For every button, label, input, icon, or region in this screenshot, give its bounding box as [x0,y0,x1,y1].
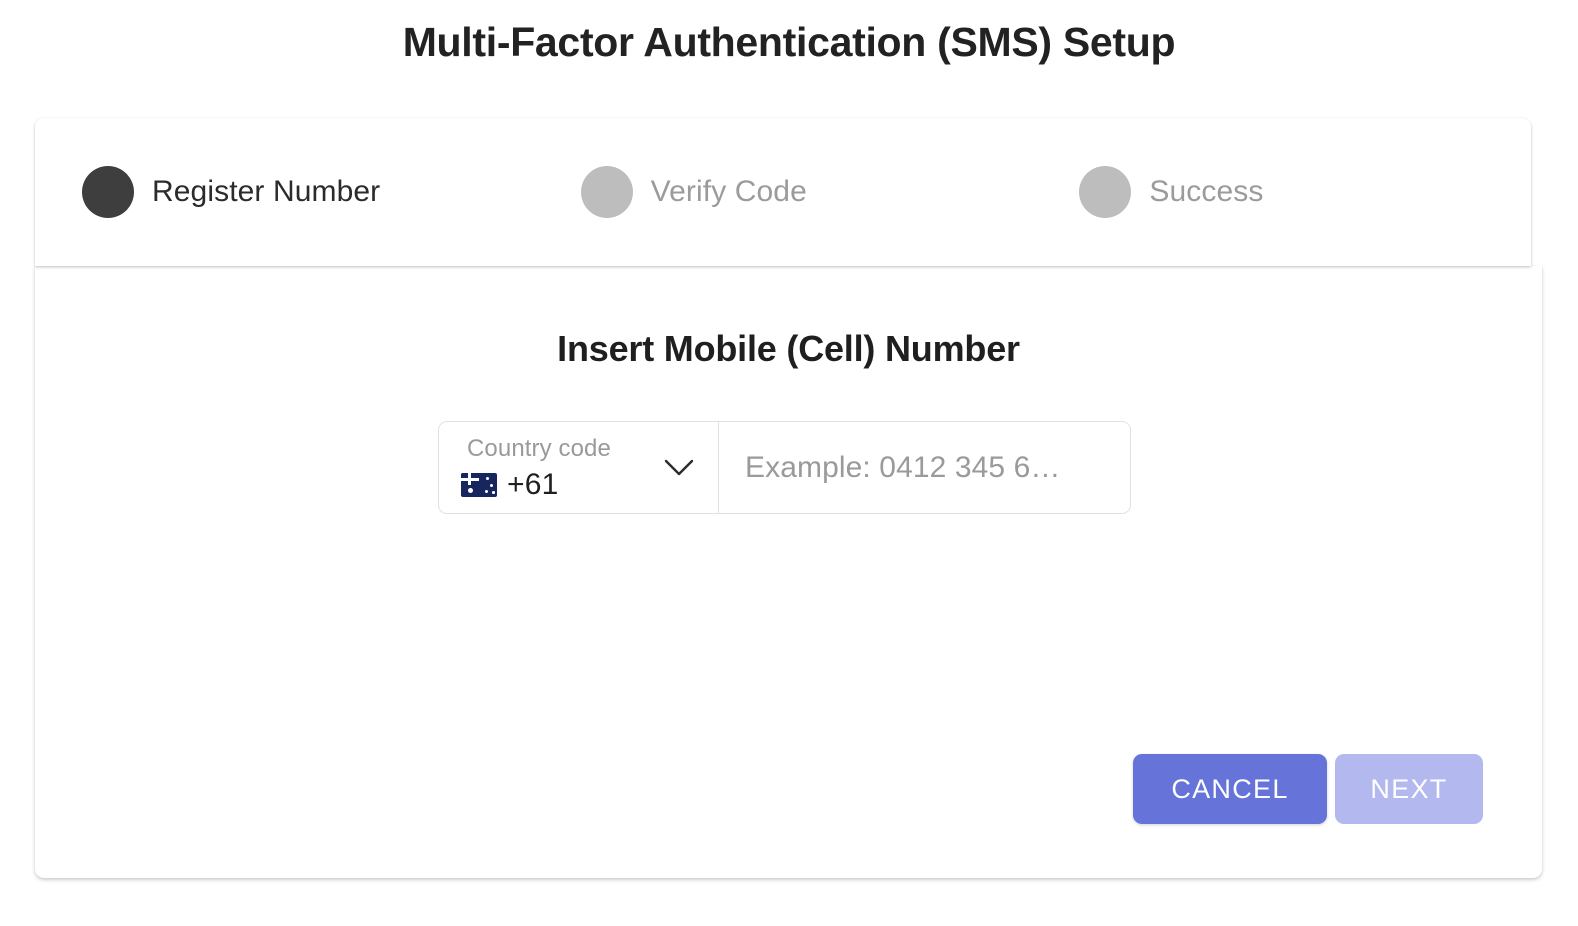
stepper: Register Number Verify Code Success [35,118,1531,266]
australia-flag-icon [461,473,497,497]
step-dot-register-number-icon [82,166,134,218]
step-label-register-number: Register Number [152,175,381,208]
cancel-button[interactable]: CANCEL [1133,754,1327,824]
step-dot-verify-code-icon [580,166,633,218]
country-code-value-group: +61 [461,468,559,502]
phone-number-input[interactable] [719,421,1131,514]
country-code-label: Country code [467,435,611,462]
step-label-success: Success [1149,175,1264,208]
stepper-card: Register Number Verify Code Success [35,118,1531,266]
step-label-verify-code: Verify Code [650,175,807,208]
step-dot-success-icon [1079,166,1132,218]
step-verify-code[interactable]: Verify Code [534,166,1033,218]
page-title: Multi-Factor Authentication (SMS) Setup [402,19,1176,65]
step-register-number[interactable]: Register Number [35,166,534,218]
step-success[interactable]: Success [1032,166,1531,218]
country-code-value: +61 [507,468,559,501]
action-buttons: CANCEL NEXT [1133,754,1483,824]
chevron-down-icon[interactable] [662,451,696,485]
mfa-sms-setup-page: Multi-Factor Authentication (SMS) Setup … [0,0,1578,926]
content-card: Insert Mobile (Cell) Number Country code… [35,266,1542,878]
country-code-select[interactable]: Country code +61 [438,421,719,514]
section-heading: Insert Mobile (Cell) Number [557,328,1020,369]
phone-number-group: Country code +61 [438,421,1131,514]
next-button[interactable]: NEXT [1335,754,1483,824]
